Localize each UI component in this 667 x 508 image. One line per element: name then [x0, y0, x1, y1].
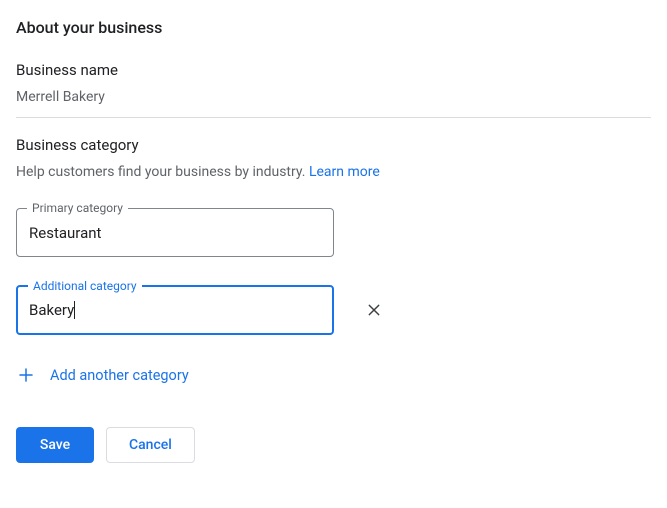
- business-name-value: Merrell Bakery: [16, 89, 651, 117]
- additional-category-label: Additional category: [28, 279, 142, 293]
- additional-category-field[interactable]: Additional category Bakery: [16, 285, 334, 335]
- business-name-label: Business name: [16, 61, 651, 79]
- primary-category-field[interactable]: Primary category Restaurant: [16, 208, 334, 257]
- add-another-category-label: Add another category: [50, 367, 189, 384]
- business-category-help: Help customers find your business by ind…: [16, 164, 651, 180]
- additional-category-value: Bakery: [29, 301, 75, 319]
- add-another-category-button[interactable]: Add another category: [16, 363, 651, 387]
- cancel-button[interactable]: Cancel: [106, 427, 195, 463]
- help-text: Help customers find your business by ind…: [16, 164, 309, 180]
- business-category-label: Business category: [16, 136, 651, 154]
- divider: [16, 117, 651, 118]
- primary-category-label: Primary category: [27, 201, 128, 215]
- save-button[interactable]: Save: [16, 427, 94, 463]
- learn-more-link[interactable]: Learn more: [309, 164, 380, 180]
- primary-category-value: Restaurant: [29, 224, 101, 242]
- text-cursor: [74, 301, 75, 319]
- close-icon[interactable]: [362, 298, 386, 322]
- page-title: About your business: [16, 18, 651, 37]
- plus-icon: [16, 365, 36, 385]
